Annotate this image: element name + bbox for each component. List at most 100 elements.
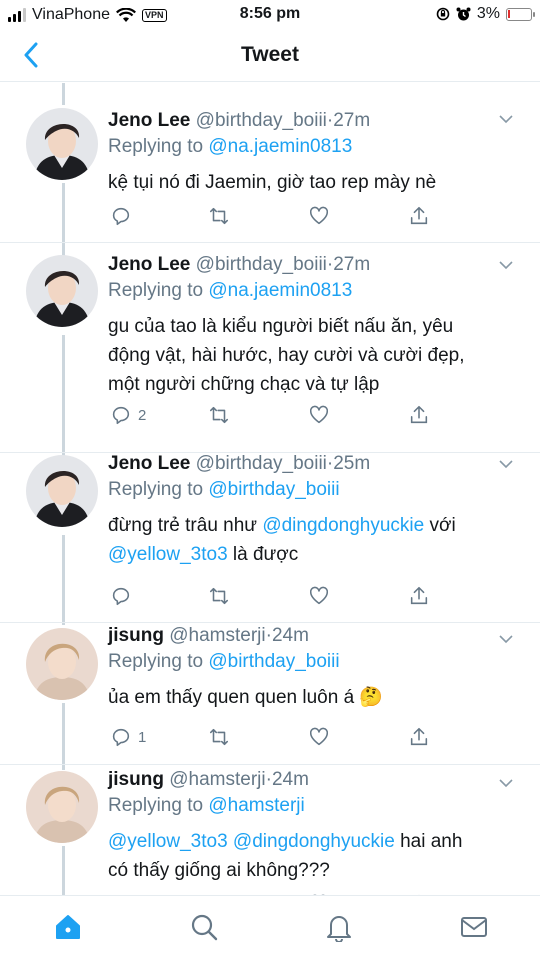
tweet[interactable]: Jeno Lee @birthday_boiii·27m Replying to… [0, 243, 540, 453]
reply-count: 1 [138, 728, 147, 746]
replying-to: Replying to @birthday_boiii [108, 649, 526, 675]
heart-icon [309, 405, 329, 424]
tweet[interactable]: Jeno Lee @birthday_boiii·27m Replying to… [0, 83, 540, 243]
mention-link[interactable]: @dingdonghyuckie [262, 515, 424, 536]
reply-icon [112, 207, 130, 226]
tab-bar [0, 895, 540, 960]
avatar[interactable] [26, 255, 98, 327]
handle[interactable]: @birthday_boiii [196, 110, 327, 131]
tab-notifications[interactable] [322, 910, 356, 944]
tab-messages[interactable] [457, 910, 491, 944]
reply-button[interactable]: 2 [110, 403, 146, 427]
tweet-body: jisung @hamsterji·24m Replying to @hamst… [108, 767, 526, 885]
display-name[interactable]: jisung [108, 625, 164, 646]
tweet-thread: Jeno Lee @birthday_boiii·27m Replying to… [0, 83, 540, 895]
retweet-icon [209, 728, 229, 746]
timestamp: 24m [271, 625, 309, 646]
tweet[interactable]: jisung @hamsterji·24m Replying to @birth… [0, 623, 540, 765]
handle[interactable]: @hamsterji [169, 769, 265, 790]
avatar[interactable] [26, 455, 98, 527]
tweet-body: jisung @hamsterji·24m Replying to @birth… [108, 623, 526, 712]
page-title: Tweet [241, 43, 299, 66]
reply-to-link[interactable]: @birthday_boiii [208, 651, 339, 672]
status-right: 3% [436, 5, 535, 23]
replying-to-label: Replying to [108, 136, 204, 157]
reply-count: 2 [138, 406, 147, 424]
tweet-text: @yellow_3to3 @dingdonghyuckie hai anh có… [108, 827, 526, 885]
share-button[interactable] [408, 584, 430, 608]
tweet-text-line: động vật, hài hước, hay cười và cười đẹp… [108, 345, 465, 366]
replying-to: Replying to @na.jaemin0813 [108, 278, 526, 304]
tweet-body: Jeno Lee @birthday_boiii·25m Replying to… [108, 451, 526, 569]
mention-link[interactable]: @yellow_3to3 [108, 831, 228, 852]
search-icon [191, 914, 218, 941]
tweet-actions: 1 [108, 725, 438, 749]
like-button[interactable] [308, 403, 330, 427]
battery-icon [506, 7, 535, 21]
timestamp: 24m [271, 769, 309, 790]
status-bar: VinaPhone VPN 8:56 pm 3% [0, 0, 540, 30]
retweet-button[interactable] [208, 725, 230, 749]
retweet-button[interactable] [208, 403, 230, 427]
handle[interactable]: @birthday_boiii [196, 254, 327, 275]
retweet-icon [209, 406, 229, 424]
mention-link[interactable]: @dingdonghyuckie [233, 831, 395, 852]
battery-percent: 3% [476, 5, 500, 22]
share-button[interactable] [408, 725, 430, 749]
heart-icon [309, 727, 329, 746]
handle[interactable]: @hamsterji [169, 625, 265, 646]
nav-bar: Tweet [0, 30, 540, 82]
share-button[interactable] [408, 204, 430, 228]
reply-to-link[interactable]: @birthday_boiii [208, 479, 339, 500]
retweet-icon [209, 207, 229, 225]
share-icon [410, 206, 428, 225]
reply-button[interactable] [110, 584, 138, 608]
avatar[interactable] [26, 108, 98, 180]
tweet-actions: 2 [108, 403, 438, 427]
alarm-icon [456, 7, 471, 20]
reply-icon [112, 728, 130, 747]
tweet-text-segment: với [424, 515, 456, 536]
tweet[interactable]: jisung @hamsterji·24m Replying to @hamst… [0, 765, 540, 895]
display-name[interactable]: Jeno Lee [108, 254, 190, 275]
tweet-text-line: một người chững chạc và tự lập [108, 374, 380, 395]
display-name[interactable]: Jeno Lee [108, 110, 190, 131]
avatar[interactable] [26, 771, 98, 843]
retweet-button[interactable] [208, 584, 230, 608]
like-button[interactable] [308, 584, 330, 608]
timestamp: 27m [333, 110, 371, 131]
mention-link[interactable]: @yellow_3to3 [108, 544, 228, 565]
reply-to-link[interactable]: @hamsterji [208, 795, 304, 816]
retweet-icon [209, 587, 229, 605]
tweet-header: jisung @hamsterji·24m [108, 769, 309, 790]
tweet-actions [108, 204, 438, 228]
retweet-button[interactable] [208, 204, 230, 228]
heart-icon [309, 586, 329, 605]
replying-to-label: Replying to [108, 479, 204, 500]
mail-icon [461, 917, 487, 937]
tweet-text-segment: hai anh [394, 831, 463, 852]
display-name[interactable]: Jeno Lee [108, 453, 190, 474]
tweet-header: jisung @hamsterji·24m [108, 625, 309, 646]
tweet[interactable]: Jeno Lee @birthday_boiii·25m Replying to… [0, 453, 540, 623]
like-button[interactable] [308, 725, 330, 749]
reply-button[interactable]: 1 [110, 725, 146, 749]
tweet-text: kệ tụi nó đi Jaemin, giờ tao rep mày nè [108, 172, 437, 193]
tab-home[interactable] [51, 910, 85, 944]
tweet-header: Jeno Lee @birthday_boiii·27m [108, 110, 371, 131]
tweet-body: Jeno Lee @birthday_boiii·27m Replying to… [108, 108, 526, 197]
share-button[interactable] [408, 403, 430, 427]
avatar[interactable] [26, 628, 98, 700]
like-button[interactable] [308, 204, 330, 228]
tab-search[interactable] [187, 910, 221, 944]
display-name[interactable]: jisung [108, 769, 164, 790]
share-icon [410, 727, 428, 746]
reply-to-link[interactable]: @na.jaemin0813 [208, 280, 352, 301]
home-icon [56, 915, 80, 939]
reply-icon [112, 406, 130, 425]
tweet-text-line: gu của tao là kiểu người biết nấu ăn, yê… [108, 316, 454, 337]
timestamp: 25m [333, 453, 371, 474]
reply-to-link[interactable]: @na.jaemin0813 [208, 136, 352, 157]
reply-button[interactable] [110, 204, 138, 228]
handle[interactable]: @birthday_boiii [196, 453, 327, 474]
